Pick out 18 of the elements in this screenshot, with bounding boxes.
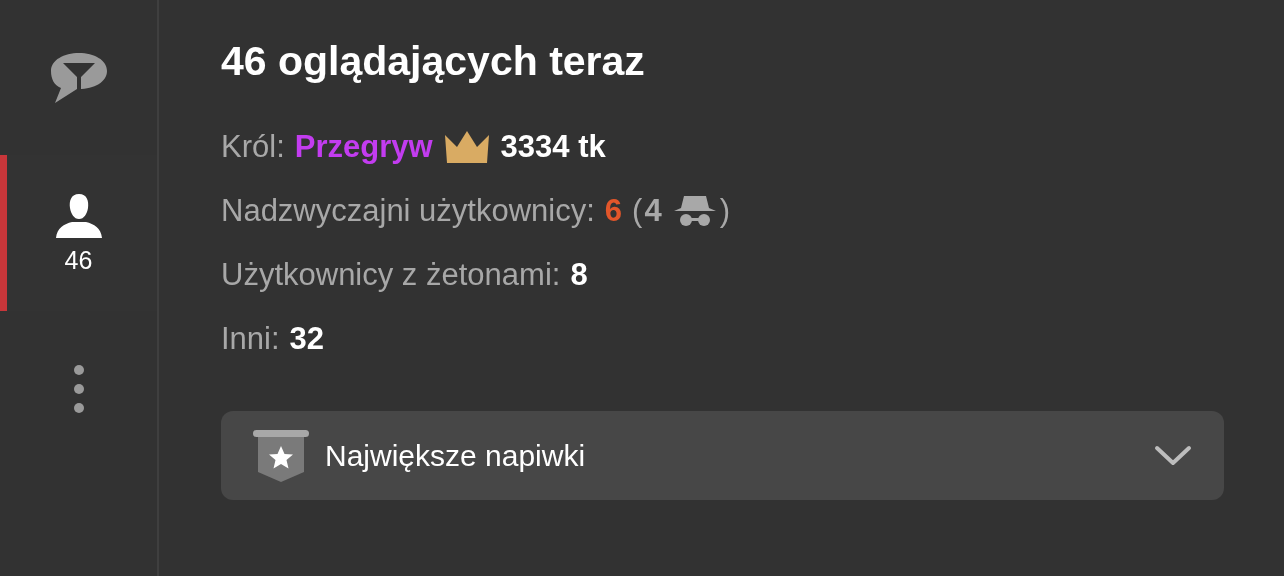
paren: ) (719, 193, 730, 229)
stat-value: 6 (604, 193, 623, 229)
viewers-title: 46 oglądających teraz (221, 38, 646, 85)
chevron-icon (1154, 444, 1192, 467)
stat-label: Użytkownicy z żetonami: (221, 257, 561, 293)
stat-value: 3334 tk (500, 129, 606, 165)
stat-label: Inni: (221, 321, 280, 357)
stat-label: Nadzwyczajni użytkownicy: (221, 193, 595, 229)
hidden-count: 4 (644, 193, 662, 229)
star-badge-icon (253, 429, 309, 482)
top-tips-dropdown[interactable]: Największe napiwki (221, 411, 1224, 500)
chat-cocktail-icon (48, 50, 109, 105)
stat-value: 8 (570, 257, 588, 293)
paren: ( (632, 193, 643, 229)
stat-value: 32 (289, 321, 325, 357)
crown-icon (442, 129, 491, 165)
person-icon (53, 191, 104, 240)
stat-label: Król: (221, 129, 285, 165)
